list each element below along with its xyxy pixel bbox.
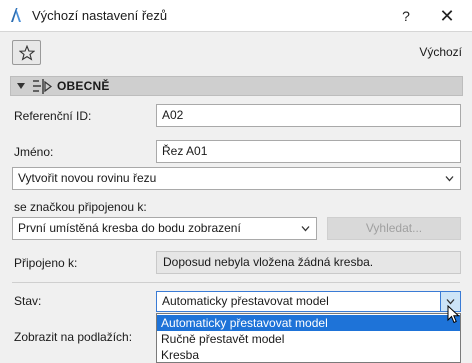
chevron-down-icon <box>445 176 454 182</box>
title-bar: Výchozí nastavení řezů ? ✕ <box>0 0 472 32</box>
status-label: Stav: <box>14 294 42 308</box>
status-value: Automaticky přestavovat model <box>162 294 329 308</box>
mouse-cursor-icon <box>447 305 460 324</box>
ref-id-field[interactable]: A02 <box>156 104 461 127</box>
default-label: Výchozí <box>419 45 462 59</box>
section-header-general[interactable]: OBECNĚ <box>10 76 463 96</box>
star-icon <box>18 44 35 61</box>
marker-label: se značkou připojenou k: <box>14 200 147 214</box>
ref-id-label: Referenční ID: <box>14 109 92 123</box>
linked-label: Připojeno k: <box>14 256 78 270</box>
linked-value: Doposud nebyla vložena žádná kresba. <box>156 251 461 274</box>
plane-mode-value: Vytvořit novou rovinu řezu <box>18 171 157 185</box>
chevron-down-icon <box>301 226 310 232</box>
window-title: Výchozí nastavení řezů <box>32 8 168 23</box>
name-label: Jméno: <box>14 145 54 159</box>
name-field[interactable]: Řez A01 <box>156 140 461 163</box>
plane-mode-dropdown[interactable]: Vytvořit novou rovinu řezu <box>12 167 461 190</box>
favorites-button[interactable] <box>12 40 41 65</box>
close-button[interactable]: ✕ <box>436 5 458 27</box>
section-tool-icon <box>33 79 52 94</box>
marker-dropdown[interactable]: První umístěná kresba do bodu zobrazení <box>12 217 317 240</box>
status-options-list: Automaticky přestavovat model Ručně přes… <box>156 313 461 363</box>
status-option-drawing[interactable]: Kresba <box>157 347 460 363</box>
status-dropdown[interactable]: Automaticky přestavovat model <box>156 291 461 312</box>
status-option-auto[interactable]: Automaticky přestavovat model <box>157 315 460 331</box>
floors-label: Zobrazit na podlažích: <box>14 330 133 344</box>
section-title: OBECNĚ <box>57 79 110 93</box>
archicad-app-icon <box>11 8 21 22</box>
marker-value: První umístěná kresba do bodu zobrazení <box>18 221 241 235</box>
help-button[interactable]: ? <box>395 5 417 27</box>
status-option-manual[interactable]: Ručně přestavět model <box>157 331 460 347</box>
divider <box>12 282 460 283</box>
search-button[interactable]: Vyhledat... <box>327 217 461 240</box>
collapse-triangle-icon[interactable] <box>17 83 25 89</box>
